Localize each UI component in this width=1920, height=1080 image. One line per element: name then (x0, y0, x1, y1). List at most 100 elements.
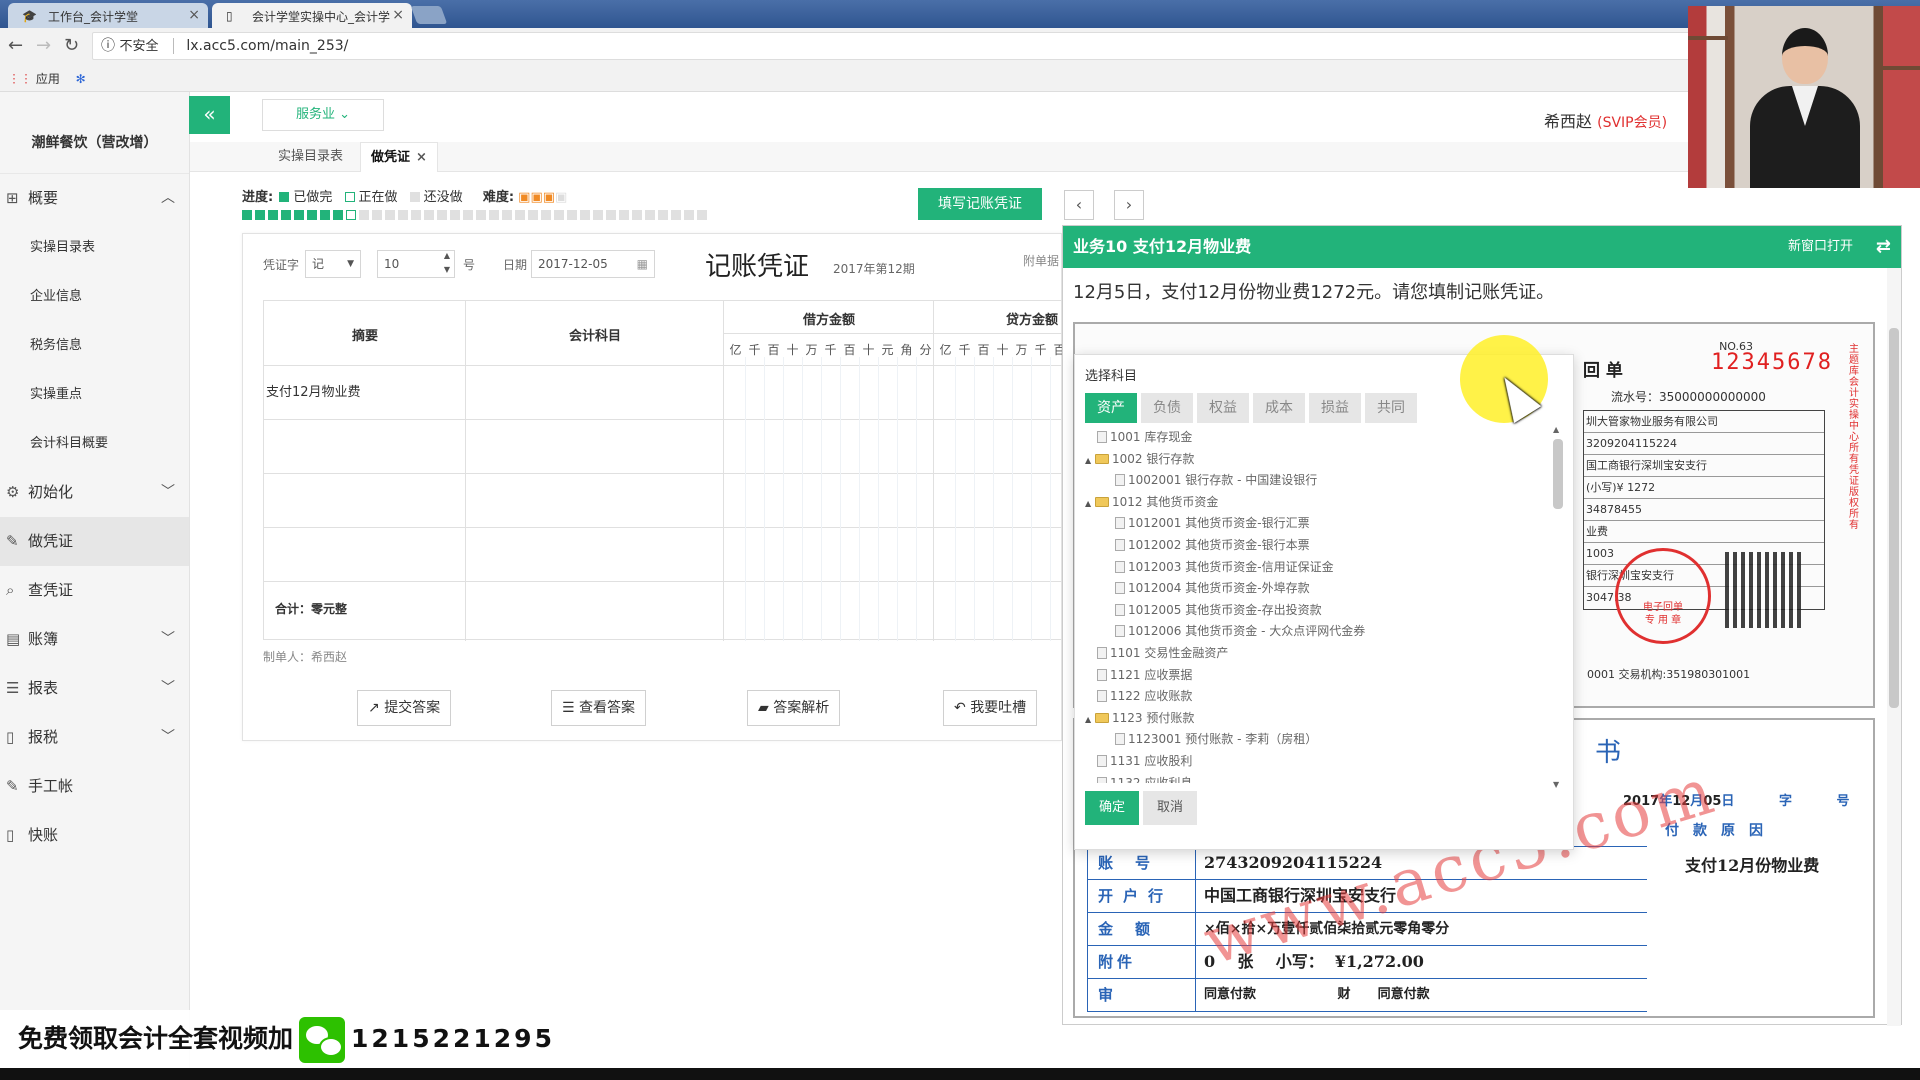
sidebar-item-manual-ledger[interactable]: ✎ 手工帐 (0, 762, 189, 811)
progress-step-todo[interactable] (463, 210, 473, 220)
browser-tab-workbench[interactable]: 🎓 工作台_会计学堂 × (8, 3, 208, 28)
tree-leaf-node[interactable]: 1012005 其他货币资金-存出投资款 (1085, 600, 1555, 622)
tree-leaf-node[interactable]: 1002001 银行存款 - 中国建设银行 (1085, 470, 1555, 492)
sidebar-item-reports[interactable]: ☰ 报表 ﹀ (0, 664, 189, 713)
progress-step-todo[interactable] (411, 210, 421, 220)
progress-step-done[interactable] (268, 210, 278, 220)
view-answer-button[interactable]: ☰ 查看答案 (551, 690, 647, 726)
progress-step-todo[interactable] (385, 210, 395, 220)
tree-leaf-node[interactable]: 1012002 其他货币资金-银行本票 (1085, 535, 1555, 557)
tree-folder-node[interactable]: ▲ 1123 预付账款 (1085, 708, 1555, 730)
expand-toggle-icon[interactable]: ▲ (1085, 709, 1095, 731)
progress-step-todo[interactable] (359, 210, 369, 220)
progress-step-done[interactable] (307, 210, 317, 220)
progress-step-todo[interactable] (606, 210, 616, 220)
progress-step-todo[interactable] (398, 210, 408, 220)
tree-leaf-node[interactable]: 1123001 预付账款 - 李莉（房租） (1085, 729, 1555, 751)
progress-step-done[interactable] (333, 210, 343, 220)
tab-liabilities[interactable]: 负债 (1141, 393, 1193, 423)
tree-leaf-node[interactable]: 1012004 其他货币资金-外埠存款 (1085, 578, 1555, 600)
progress-step-todo[interactable] (671, 210, 681, 220)
progress-step-todo[interactable] (515, 210, 525, 220)
tree-leaf-node[interactable]: 1012006 其他货币资金 - 大众点评网代金券 (1085, 621, 1555, 643)
expand-toggle-icon[interactable]: ▲ (1085, 450, 1095, 472)
progress-step-todo[interactable] (593, 210, 603, 220)
forward-arrow-icon[interactable]: → (36, 36, 51, 56)
subject-tree-scroll-thumb[interactable] (1553, 439, 1563, 509)
collapse-sidebar-button[interactable]: « (189, 96, 230, 134)
tree-leaf-node[interactable]: 1001 库存现金 (1085, 427, 1555, 449)
fill-voucher-button[interactable]: 填写记账凭证 (918, 188, 1042, 220)
progress-step-todo[interactable] (528, 210, 538, 220)
subject-tree-scrollbar[interactable]: ▲ ▼ (1553, 425, 1563, 789)
stepper-arrows-icon[interactable]: ▲ ▼ (444, 249, 450, 277)
sidebar-item-tax-filing[interactable]: ▯ 报税 ﹀ (0, 713, 189, 762)
progress-step-todo[interactable] (502, 210, 512, 220)
bookmark-apps[interactable]: ⋮⋮ 应用 ✻ (8, 70, 86, 87)
submit-answer-button[interactable]: ↗ 提交答案 (357, 690, 452, 726)
url-input[interactable]: ⓘ 不安全 lx.acc5.com/main_253/ (92, 32, 1692, 60)
progress-step-todo[interactable] (697, 210, 707, 220)
sidebar-item-make-voucher[interactable]: ✎ 做凭证 (0, 517, 189, 566)
sidebar-item-overview[interactable]: ⊞ 概要 ︿ (0, 174, 189, 223)
progress-step-done[interactable] (255, 210, 265, 220)
progress-step-todo[interactable] (684, 210, 694, 220)
date-input[interactable]: 2017-12-05 ▦ (531, 250, 655, 278)
swap-icon[interactable]: ⇄ (1876, 226, 1891, 268)
progress-step-doing[interactable] (346, 210, 356, 220)
progress-step-todo[interactable] (632, 210, 642, 220)
browser-tab-practice[interactable]: ▯ 会计学堂实操中心_会计学 × (212, 3, 412, 28)
tab-profit-loss[interactable]: 损益 (1309, 393, 1361, 423)
sidebar-item-query-voucher[interactable]: ⌕ 查凭证 (0, 566, 189, 615)
tab-make-voucher[interactable]: 做凭证 × (360, 142, 438, 172)
sidebar-item-ledger[interactable]: ▤ 账簿 ﹀ (0, 615, 189, 664)
tree-folder-node[interactable]: ▲ 1012 其他货币资金 (1085, 492, 1555, 514)
progress-step-todo[interactable] (541, 210, 551, 220)
progress-step-done[interactable] (294, 210, 304, 220)
progress-step-todo[interactable] (476, 210, 486, 220)
progress-step-todo[interactable] (450, 210, 460, 220)
progress-step-todo[interactable] (619, 210, 629, 220)
progress-step-todo[interactable] (489, 210, 499, 220)
tree-leaf-node[interactable]: 1121 应收票据 (1085, 665, 1555, 687)
progress-step-todo[interactable] (567, 210, 577, 220)
scroll-up-icon[interactable]: ▲ (1553, 425, 1559, 434)
tab-cost[interactable]: 成本 (1253, 393, 1305, 423)
prev-task-button[interactable]: ‹ (1064, 190, 1094, 220)
tree-leaf-node[interactable]: 1101 交易性金融资产 (1085, 643, 1555, 665)
sidebar-item-account-overview[interactable]: 会计科目概要 (0, 419, 189, 468)
row1-summary-cell[interactable]: 支付12月物业费 (266, 381, 361, 400)
sidebar-item-key-points[interactable]: 实操重点 (0, 370, 189, 419)
progress-step-todo[interactable] (372, 210, 382, 220)
progress-step-todo[interactable] (580, 210, 590, 220)
close-icon[interactable]: × (188, 7, 200, 23)
progress-step-done[interactable] (320, 210, 330, 220)
progress-step-todo[interactable] (424, 210, 434, 220)
feedback-button[interactable]: ↶ 我要吐槽 (943, 690, 1038, 726)
scroll-down-icon[interactable]: ▼ (1553, 780, 1559, 789)
expand-toggle-icon[interactable]: ▲ (1085, 493, 1095, 515)
progress-step-done[interactable] (281, 210, 291, 220)
tab-equity[interactable]: 权益 (1197, 393, 1249, 423)
answer-analysis-button[interactable]: ▰ 答案解析 (747, 690, 841, 726)
tree-leaf-node[interactable]: 1012001 其他货币资金-银行汇票 (1085, 513, 1555, 535)
confirm-button[interactable]: 确定 (1085, 791, 1139, 825)
voucher-number-stepper[interactable]: 10 ▲ ▼ (377, 250, 455, 278)
industry-select[interactable]: 服务业 ⌄ (262, 99, 384, 131)
progress-step-todo[interactable] (554, 210, 564, 220)
tree-folder-node[interactable]: ▲ 1002 银行存款 (1085, 449, 1555, 471)
tab-common[interactable]: 共同 (1365, 393, 1417, 423)
task-scroll-thumb[interactable] (1889, 328, 1899, 708)
tab-practice-catalog[interactable]: 实操目录表 (268, 142, 353, 172)
baidu-paw-icon[interactable]: ✻ (76, 72, 86, 86)
tree-leaf-node[interactable]: 1131 应收股利 (1085, 751, 1555, 773)
close-icon[interactable]: × (416, 150, 427, 165)
sidebar-item-initialize[interactable]: ⚙ 初始化 ﹀ (0, 468, 189, 517)
progress-step-done[interactable] (242, 210, 252, 220)
voucher-word-select[interactable]: 记 ▼ (305, 250, 361, 278)
sidebar-item-practice-catalog[interactable]: 实操目录表 (0, 223, 189, 272)
sidebar-item-quick-ledger[interactable]: ▯ 快账 (0, 811, 189, 860)
progress-step-todo[interactable] (437, 210, 447, 220)
tree-leaf-node[interactable]: 1132 应收利息 (1085, 773, 1555, 783)
progress-step-todo[interactable] (658, 210, 668, 220)
